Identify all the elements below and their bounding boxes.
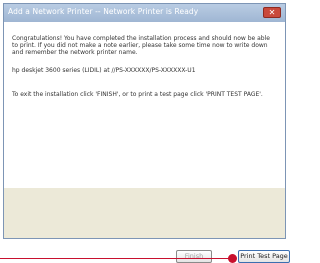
- title-bar: Add a Network Printer -- Network Printer…: [4, 4, 285, 22]
- congratulations-text: Congratulations! You have completed the …: [12, 35, 270, 56]
- dialog-window: Add a Network Printer -- Network Printer…: [3, 3, 290, 263]
- printer-name-text: hp deskjet 3600 series (LIDIL) at //PS-X…: [12, 67, 196, 74]
- close-icon: ✕: [268, 8, 276, 17]
- finish-button[interactable]: Finish: [176, 250, 212, 263]
- callout-dot: [228, 254, 237, 263]
- close-button[interactable]: ✕: [263, 7, 281, 18]
- dialog-content: Congratulations! You have completed the …: [4, 22, 285, 188]
- dialog-footer: Finish Print Test Page: [4, 188, 290, 263]
- print-test-page-button[interactable]: Print Test Page: [238, 250, 290, 263]
- window-title: Add a Network Printer -- Network Printer…: [8, 7, 199, 16]
- instruction-text: To exit the installation click 'FINISH',…: [12, 91, 263, 98]
- callout-line: [0, 258, 234, 259]
